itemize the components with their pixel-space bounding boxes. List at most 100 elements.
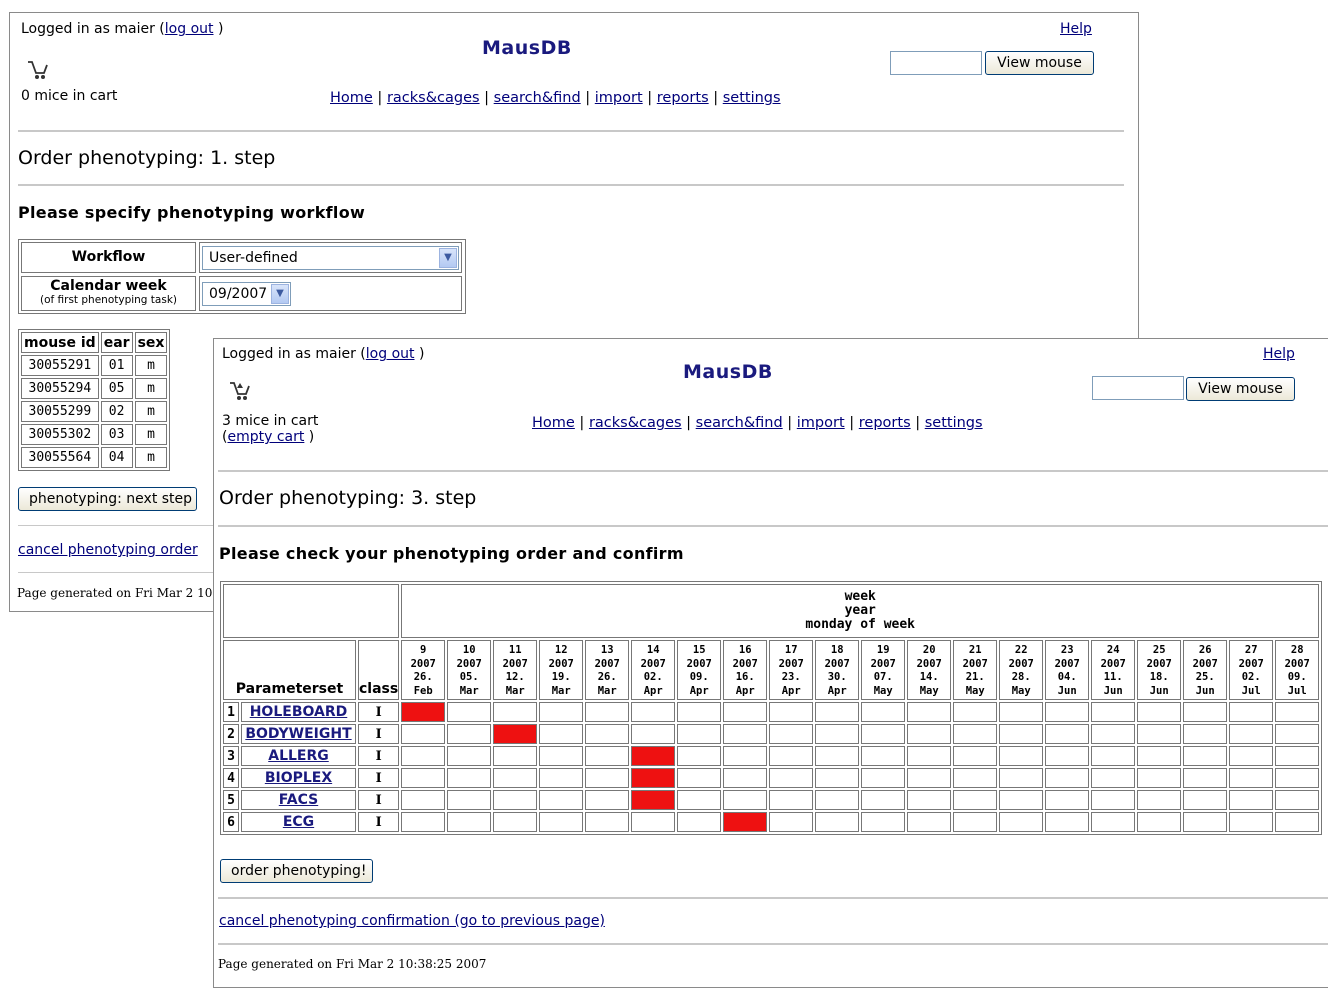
week-cell[interactable]	[861, 790, 906, 810]
week-cell[interactable]	[1183, 768, 1228, 788]
week-cell[interactable]	[401, 768, 446, 788]
week-cell[interactable]	[1137, 790, 1182, 810]
week-cell[interactable]	[447, 768, 492, 788]
week-cell[interactable]	[1275, 702, 1320, 722]
week-cell[interactable]	[953, 724, 998, 744]
week-cell[interactable]	[1045, 746, 1090, 766]
week-cell[interactable]	[585, 746, 630, 766]
logout-link[interactable]: log out	[366, 346, 415, 362]
week-cell[interactable]	[539, 768, 584, 788]
next-step-button[interactable]: phenotyping: next step	[18, 487, 197, 511]
week-cell[interactable]	[1229, 768, 1274, 788]
week-cell[interactable]	[953, 746, 998, 766]
nav-import[interactable]: import	[595, 90, 643, 106]
week-cell[interactable]	[1091, 746, 1136, 766]
week-cell[interactable]	[585, 790, 630, 810]
scheduled-week-cell[interactable]	[631, 768, 676, 788]
week-cell[interactable]	[401, 812, 446, 832]
chevron-down-icon[interactable]: ▼	[439, 248, 457, 268]
scheduled-week-cell[interactable]	[493, 724, 538, 744]
week-cell[interactable]	[539, 724, 584, 744]
week-cell[interactable]	[815, 724, 860, 744]
logout-link[interactable]: log out	[165, 21, 214, 37]
week-cell[interactable]	[1275, 790, 1320, 810]
week-cell[interactable]	[1137, 812, 1182, 832]
week-cell[interactable]	[401, 790, 446, 810]
week-cell[interactable]	[585, 724, 630, 744]
nav-search-find[interactable]: search&find	[494, 90, 581, 106]
week-cell[interactable]	[1229, 812, 1274, 832]
week-cell[interactable]	[1137, 746, 1182, 766]
nav-home[interactable]: Home	[330, 90, 373, 106]
week-cell[interactable]	[1229, 702, 1274, 722]
week-cell[interactable]	[447, 724, 492, 744]
nav-racks-cages[interactable]: racks&cages	[589, 415, 682, 431]
week-cell[interactable]	[1091, 812, 1136, 832]
week-cell[interactable]	[815, 746, 860, 766]
week-cell[interactable]	[907, 790, 952, 810]
week-cell[interactable]	[677, 724, 722, 744]
week-cell[interactable]	[493, 790, 538, 810]
week-cell[interactable]	[861, 812, 906, 832]
week-cell[interactable]	[677, 702, 722, 722]
week-cell[interactable]	[953, 790, 998, 810]
week-cell[interactable]	[723, 746, 768, 766]
week-cell[interactable]	[953, 702, 998, 722]
nav-settings[interactable]: settings	[723, 90, 781, 106]
week-cell[interactable]	[999, 812, 1044, 832]
week-cell[interactable]	[815, 812, 860, 832]
view-mouse-input[interactable]	[1092, 376, 1184, 400]
cart-icon[interactable]	[26, 59, 50, 84]
week-cell[interactable]	[1045, 724, 1090, 744]
week-cell[interactable]	[539, 746, 584, 766]
chevron-down-icon[interactable]: ▼	[271, 284, 289, 304]
week-cell[interactable]	[631, 702, 676, 722]
week-cell[interactable]	[723, 768, 768, 788]
week-cell[interactable]	[585, 812, 630, 832]
week-cell[interactable]	[723, 724, 768, 744]
week-cell[interactable]	[1045, 812, 1090, 832]
cancel-order-link[interactable]: cancel phenotyping order	[18, 542, 198, 558]
week-cell[interactable]	[677, 768, 722, 788]
week-cell[interactable]	[585, 768, 630, 788]
week-cell[interactable]	[677, 812, 722, 832]
week-cell[interactable]	[1045, 702, 1090, 722]
week-cell[interactable]	[999, 724, 1044, 744]
week-cell[interactable]	[769, 790, 814, 810]
week-cell[interactable]	[1137, 724, 1182, 744]
view-mouse-button[interactable]: View mouse	[985, 51, 1094, 75]
week-cell[interactable]	[1275, 812, 1320, 832]
week-cell[interactable]	[999, 702, 1044, 722]
week-cell[interactable]	[493, 702, 538, 722]
week-cell[interactable]	[1183, 812, 1228, 832]
week-cell[interactable]	[861, 724, 906, 744]
week-cell[interactable]	[1045, 790, 1090, 810]
week-cell[interactable]	[723, 790, 768, 810]
week-cell[interactable]	[585, 702, 630, 722]
week-cell[interactable]	[1229, 724, 1274, 744]
week-cell[interactable]	[1091, 790, 1136, 810]
week-cell[interactable]	[493, 812, 538, 832]
week-cell[interactable]	[1275, 746, 1320, 766]
nav-reports[interactable]: reports	[859, 415, 911, 431]
week-cell[interactable]	[1045, 768, 1090, 788]
parameterset-link[interactable]: BODYWEIGHT	[245, 726, 351, 742]
parameterset-link[interactable]: FACS	[279, 792, 318, 808]
week-cell[interactable]	[769, 768, 814, 788]
week-cell[interactable]	[815, 702, 860, 722]
week-cell[interactable]	[631, 812, 676, 832]
scheduled-week-cell[interactable]	[631, 746, 676, 766]
week-cell[interactable]	[861, 702, 906, 722]
week-cell[interactable]	[907, 724, 952, 744]
week-cell[interactable]	[1183, 746, 1228, 766]
week-cell[interactable]	[769, 746, 814, 766]
week-cell[interactable]	[1091, 724, 1136, 744]
nav-home[interactable]: Home	[532, 415, 575, 431]
week-cell[interactable]	[1183, 724, 1228, 744]
week-cell[interactable]	[953, 812, 998, 832]
week-cell[interactable]	[1275, 768, 1320, 788]
week-cell[interactable]	[815, 790, 860, 810]
nav-import[interactable]: import	[797, 415, 845, 431]
parameterset-link[interactable]: ECG	[283, 814, 314, 830]
week-cell[interactable]	[1137, 702, 1182, 722]
